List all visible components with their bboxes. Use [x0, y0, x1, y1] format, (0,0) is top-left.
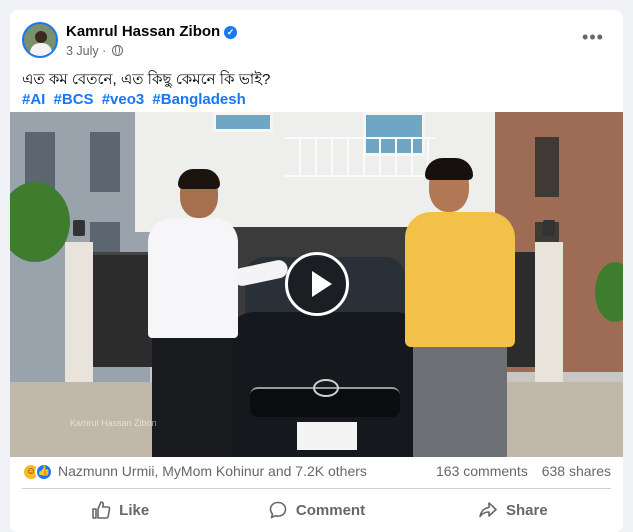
post-header: Kamrul Hassan Zibon ✓ 3 July · ••• [22, 22, 611, 62]
author-name-row: Kamrul Hassan Zibon ✓ [66, 23, 238, 40]
author-avatar[interactable] [22, 22, 58, 58]
reactions-summary[interactable]: Nazmunn Urmii, MyMom Kohinur and 7.2K ot… [58, 463, 367, 479]
comment-count[interactable]: 163 comments [436, 463, 528, 479]
like-reaction-icon: 👍 [35, 463, 53, 481]
globe-icon[interactable] [111, 45, 123, 56]
reaction-icons[interactable]: ☺ 👍 [22, 463, 56, 481]
like-button[interactable]: Like [22, 492, 218, 528]
hashtag-list: #AI #BCS #veo3 #Bangladesh [22, 90, 250, 110]
divider [22, 488, 611, 489]
comment-button[interactable]: Comment [218, 492, 414, 528]
engagement-stats: ☺ 👍 Nazmunn Urmii, MyMom Kohinur and 7.2… [22, 462, 611, 482]
video-watermark: Kamrul Hassan Zibon [70, 418, 157, 428]
post-card: Kamrul Hassan Zibon ✓ 3 July · ••• এত কম … [10, 10, 623, 532]
hashtag-ai[interactable]: #AI [22, 91, 45, 108]
share-count[interactable]: 638 shares [542, 463, 611, 479]
comment-icon [269, 501, 287, 519]
post-date[interactable]: 3 July [66, 44, 99, 58]
share-label: Share [505, 501, 548, 519]
post-caption: এত কম বেতনে, এত কিছু কেমনে কি ভাই? [22, 71, 271, 88]
meta-separator: · [102, 44, 107, 58]
comment-label: Comment [295, 501, 366, 519]
video-player[interactable]: Kamrul Hassan Zibon [10, 112, 623, 457]
share-icon [479, 502, 497, 518]
person-white-shirt [138, 169, 290, 457]
person-yellow-shirt [395, 158, 525, 457]
hashtag-veo3[interactable]: #veo3 [102, 91, 145, 108]
hashtag-bangladesh[interactable]: #Bangladesh [152, 91, 245, 108]
comment-share-counts: 163 comments 638 shares [426, 463, 611, 479]
share-button[interactable]: Share [415, 492, 611, 528]
like-label: Like [119, 501, 150, 519]
more-options-icon[interactable]: ••• [581, 28, 605, 52]
verified-badge-icon: ✓ [224, 26, 238, 39]
play-icon[interactable] [285, 252, 349, 316]
post-meta: 3 July · [66, 44, 123, 58]
action-bar: Like Comment Share [22, 492, 611, 528]
author-name[interactable]: Kamrul Hassan Zibon [66, 23, 220, 40]
thumbs-up-icon [92, 501, 111, 519]
hashtag-bcs[interactable]: #BCS [54, 91, 94, 108]
